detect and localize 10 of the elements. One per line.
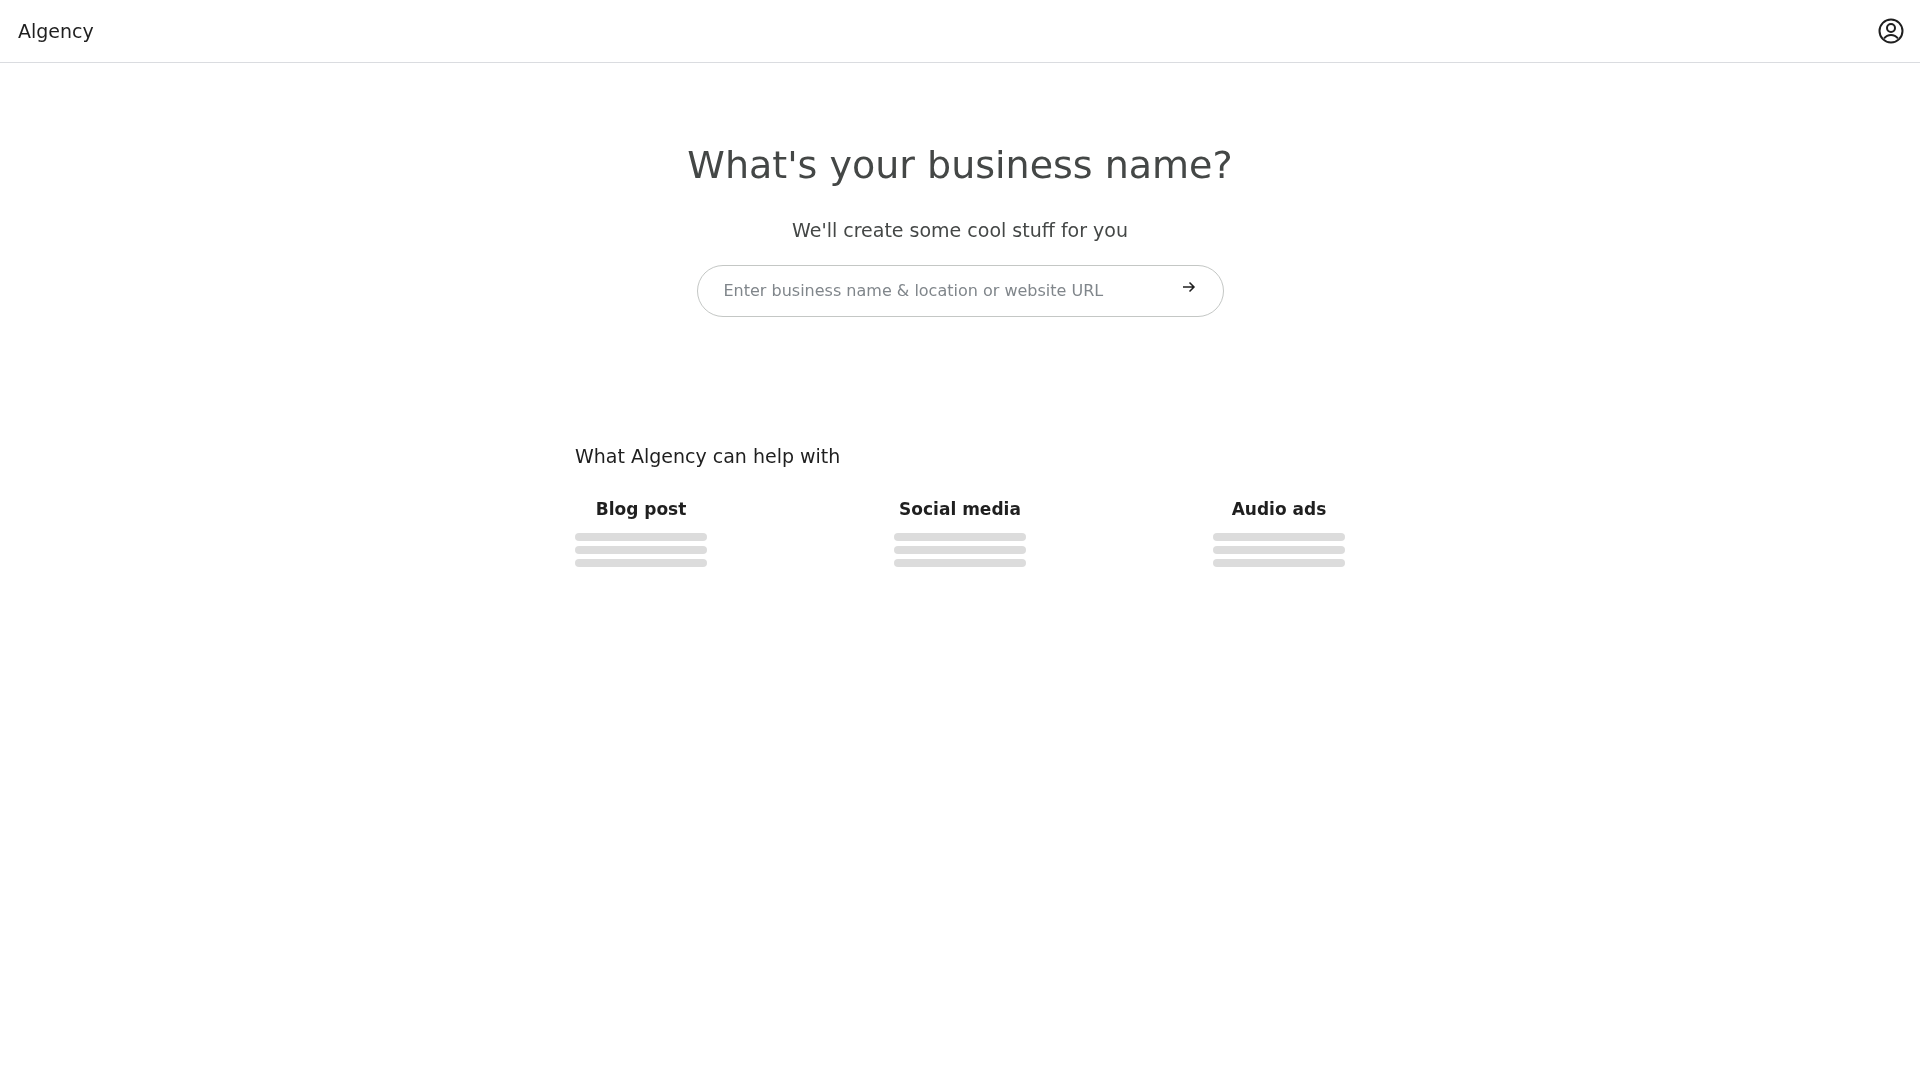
section-heading: What Algency can help with (575, 444, 842, 467)
account-icon[interactable] (1878, 18, 1904, 44)
app-logo[interactable]: Algency (18, 20, 94, 42)
card-title[interactable]: Blog post (595, 498, 687, 519)
subtitle: We'll create some cool stuff for you (792, 218, 1128, 241)
arrow-icon[interactable] (1181, 280, 1196, 293)
card-title[interactable]: Audio ads (1231, 498, 1327, 519)
page-title: What's your business name? (687, 143, 1233, 189)
card-title[interactable]: Social media (899, 498, 1021, 519)
search-field[interactable]: Enter business name & location or website URL (696, 264, 1224, 317)
